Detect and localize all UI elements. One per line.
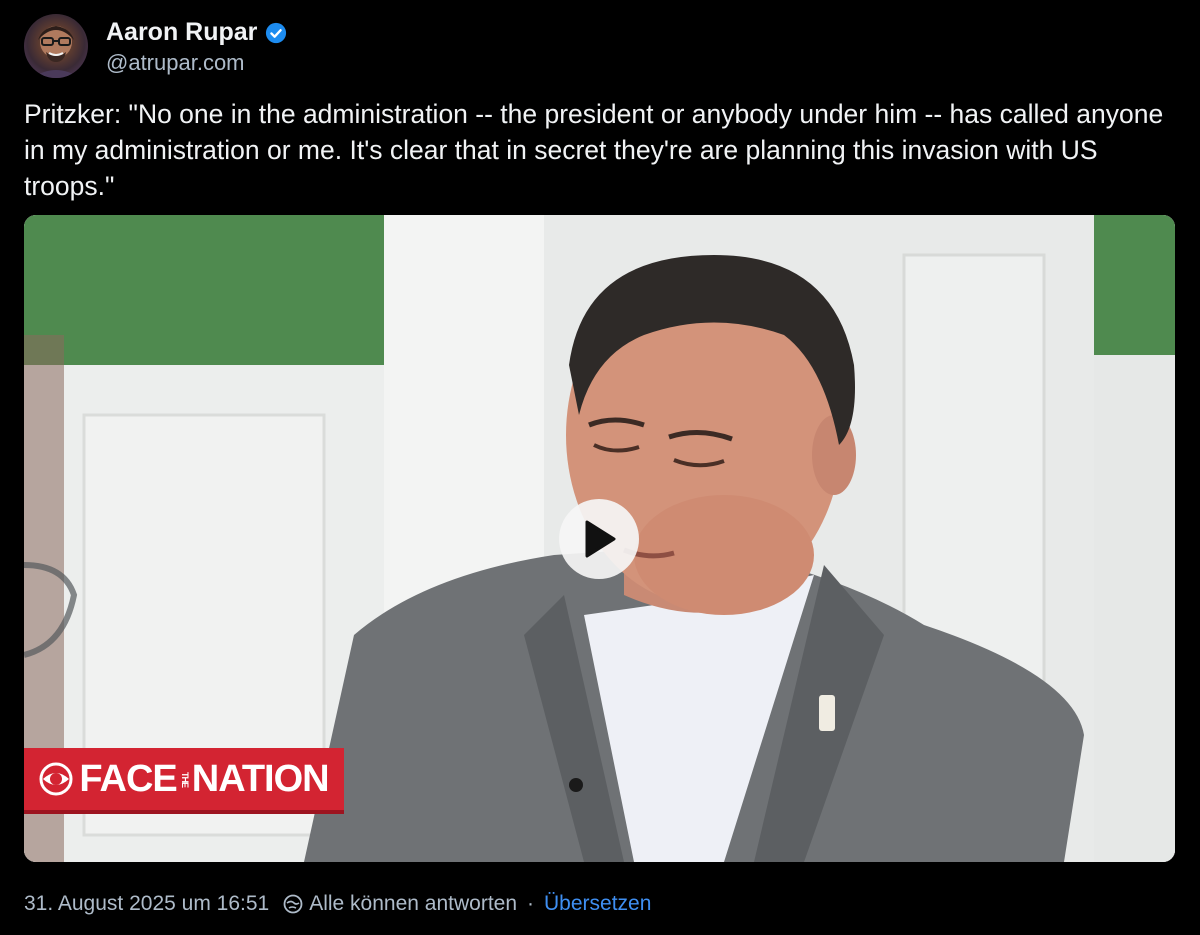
banner-text-nation: NATION xyxy=(191,757,330,800)
footer-separator: · xyxy=(527,892,535,915)
avatar[interactable] xyxy=(24,14,88,78)
post-footer: 31. August 2025 um 16:51 Alle können ant… xyxy=(24,890,651,918)
post-timestamp[interactable]: 31. August 2025 um 16:51 xyxy=(24,892,269,916)
play-button[interactable] xyxy=(559,499,639,579)
face-the-nation-banner: FACE THE NATION xyxy=(24,748,344,814)
video-player[interactable]: FACE THE NATION xyxy=(24,215,1175,862)
verified-badge-icon xyxy=(266,22,287,43)
banner-text-face: FACE xyxy=(79,757,177,800)
play-icon xyxy=(585,520,616,558)
reply-settings-icon xyxy=(283,894,303,914)
name-row: Aaron Rupar xyxy=(106,18,287,47)
cbs-eye-icon xyxy=(39,762,73,796)
translate-link[interactable]: Übersetzen xyxy=(544,892,651,916)
face-the-nation-logo: FACE THE NATION xyxy=(39,757,330,801)
display-name[interactable]: Aaron Rupar xyxy=(106,18,257,47)
author-handle[interactable]: @atrupar.com xyxy=(106,50,245,76)
post-header: Aaron Rupar @atrupar.com xyxy=(24,14,624,78)
post-text: Pritzker: "No one in the administration … xyxy=(24,99,1171,201)
reply-setting-label[interactable]: Alle können antworten xyxy=(309,892,517,916)
banner-text-the: THE xyxy=(179,771,190,787)
